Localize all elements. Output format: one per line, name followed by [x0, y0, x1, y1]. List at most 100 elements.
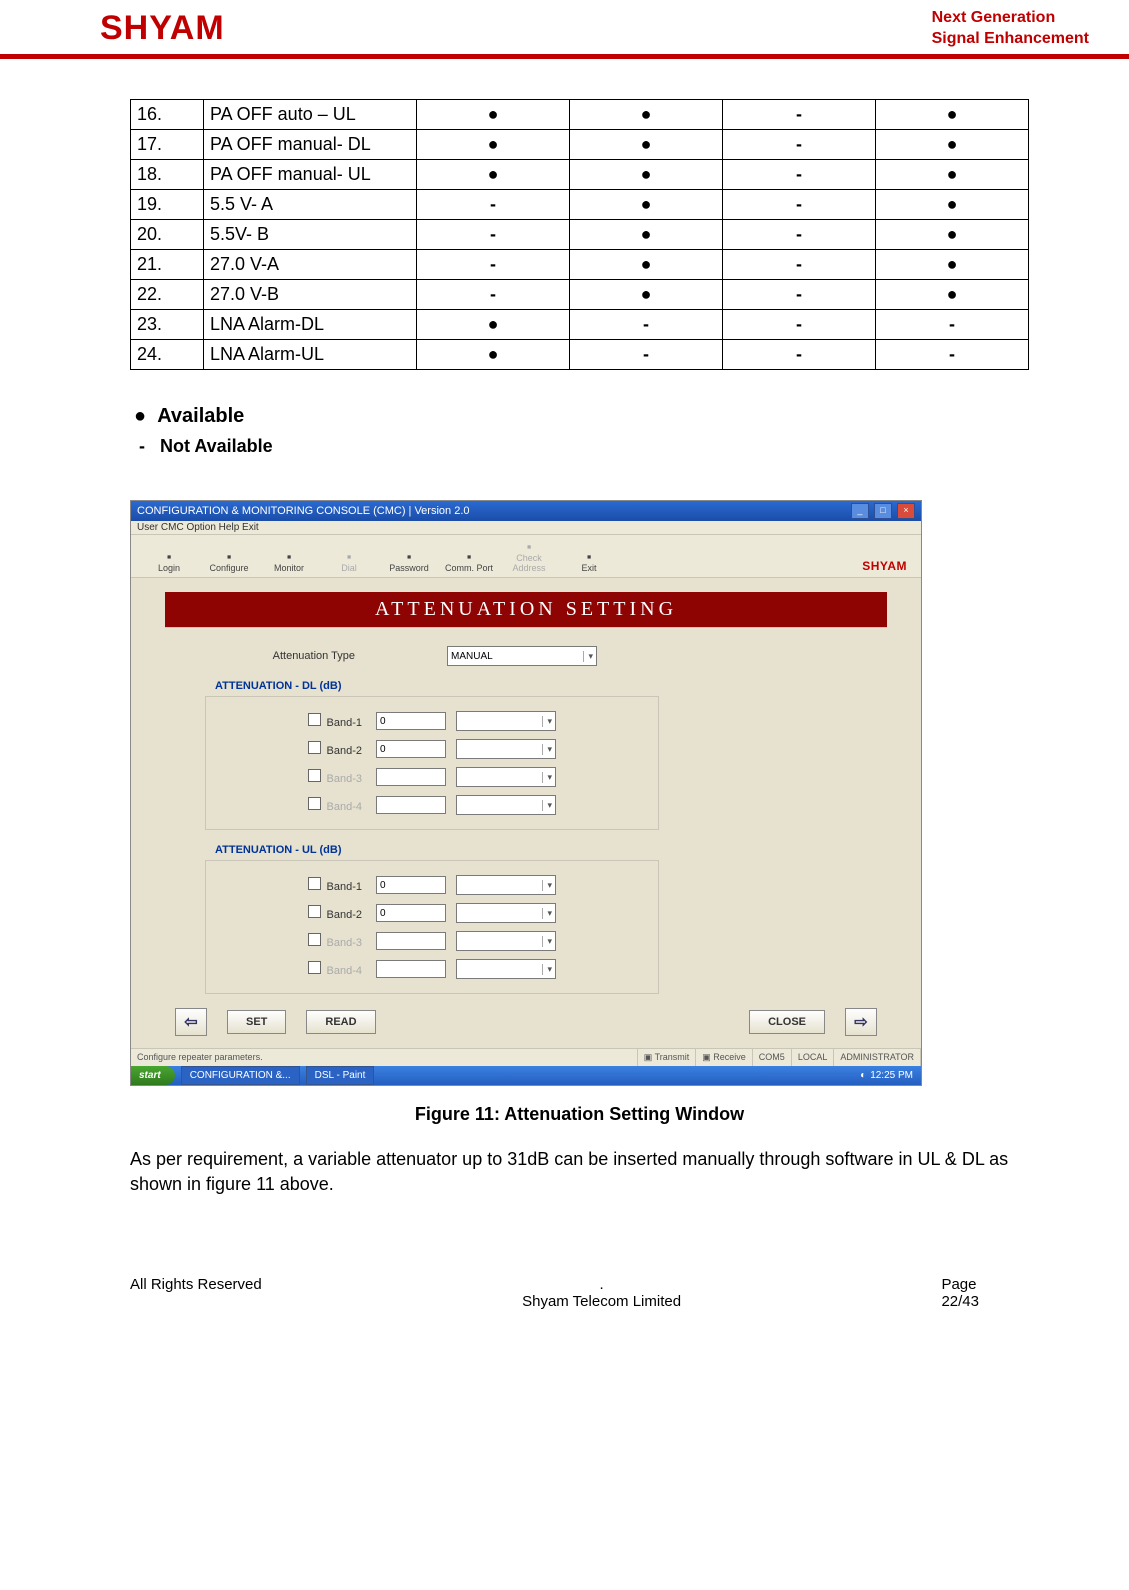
band-checkbox[interactable]	[308, 877, 321, 890]
start-button[interactable]: start	[131, 1066, 175, 1085]
minimize-button[interactable]: _	[851, 503, 869, 519]
legend-not-available: - Not Available	[134, 432, 1029, 461]
band-label: Band-3	[212, 933, 376, 949]
row-name: 27.0 V-B	[204, 279, 417, 309]
embedded-screenshot: CONFIGURATION & MONITORING CONSOLE (CMC)…	[130, 500, 922, 1086]
back-arrow-button[interactable]: ⇦	[175, 1008, 207, 1036]
row-num: 17.	[131, 129, 204, 159]
row-c2: ●	[570, 129, 723, 159]
chevron-down-icon: ▾	[583, 651, 593, 662]
maximize-button[interactable]: □	[874, 503, 892, 519]
band-label: Band-1	[212, 877, 376, 893]
band-dropdown[interactable]: ▾	[456, 875, 556, 895]
row-c2: ●	[570, 189, 723, 219]
band-dropdown[interactable]: ▾	[456, 739, 556, 759]
chevron-down-icon: ▾	[542, 880, 552, 891]
band-dropdown[interactable]: ▾	[456, 711, 556, 731]
status-rx: ▣ Receive	[696, 1049, 753, 1066]
band-value-input[interactable]	[376, 904, 446, 922]
row-num: 21.	[131, 249, 204, 279]
row-c2: -	[570, 339, 723, 369]
row-name: PA OFF manual- UL	[204, 159, 417, 189]
att-type-dropdown[interactable]: MANUAL ▾	[447, 646, 597, 666]
row-c4: ●	[876, 249, 1029, 279]
row-c3: -	[723, 129, 876, 159]
forward-arrow-button[interactable]: ⇨	[845, 1008, 877, 1036]
row-c4: -	[876, 309, 1029, 339]
band-value-input[interactable]	[376, 740, 446, 758]
tagline-line1: Next Generation	[932, 8, 1089, 29]
toolbar-password[interactable]: ▪Password	[379, 549, 439, 573]
toolbar-monitor[interactable]: ▪Monitor	[259, 549, 319, 573]
tagline-line2: Signal Enhancement	[932, 29, 1089, 50]
toolbar-login[interactable]: ▪Login	[139, 549, 199, 573]
status-mode: LOCAL	[792, 1049, 835, 1066]
toolbar-configure[interactable]: ▪Configure	[199, 549, 259, 573]
group-dl: Band-1▾Band-2▾Band-3▾Band-4▾	[205, 696, 659, 830]
row-name: LNA Alarm-UL	[204, 339, 417, 369]
band-checkbox[interactable]	[308, 741, 321, 754]
band-value-input[interactable]	[376, 712, 446, 730]
table-row: 17.PA OFF manual- DL●●-●	[131, 129, 1029, 159]
row-num: 23.	[131, 309, 204, 339]
band-dropdown[interactable]: ▾	[456, 903, 556, 923]
band-value-input	[376, 960, 446, 978]
band-row: Band-2▾	[212, 903, 652, 923]
taskbar-task-2[interactable]: DSL - Paint	[306, 1066, 375, 1085]
dialog-banner: ATTENUATION SETTING	[165, 592, 887, 628]
chevron-down-icon: ▾	[542, 744, 552, 755]
close-button[interactable]: ×	[897, 503, 915, 519]
footer-page-label: Page	[941, 1276, 976, 1293]
row-c2: ●	[570, 219, 723, 249]
taskbar: start CONFIGURATION &... DSL - Paint ◐ 1…	[131, 1066, 921, 1085]
table-row: 20.5.5V- B-●-●	[131, 219, 1029, 249]
row-c4: ●	[876, 189, 1029, 219]
taskbar-task-1[interactable]: CONFIGURATION &...	[181, 1066, 300, 1085]
row-c3: -	[723, 249, 876, 279]
row-num: 24.	[131, 339, 204, 369]
dialog-body: ATTENUATION SETTING Attenuation Type MAN…	[131, 578, 921, 1048]
footer-right: Page 22/43	[941, 1276, 979, 1310]
close-dialog-button[interactable]: CLOSE	[749, 1010, 825, 1034]
figure-caption: Figure 11: Attenuation Setting Window	[130, 1104, 1029, 1125]
band-label: Band-1	[212, 713, 376, 729]
row-c1: ●	[417, 339, 570, 369]
row-c3: -	[723, 99, 876, 129]
band-row: Band-1 ▾	[212, 711, 652, 731]
window-titlebar[interactable]: CONFIGURATION & MONITORING CONSOLE (CMC)…	[131, 501, 921, 521]
row-c2: ●	[570, 249, 723, 279]
band-checkbox[interactable]	[308, 905, 321, 918]
set-button[interactable]: SET	[227, 1010, 286, 1034]
band-value-input[interactable]	[376, 876, 446, 894]
att-type-label: Attenuation Type	[165, 650, 369, 662]
band-row: Band-2 ▾	[212, 739, 652, 759]
footer-page-num: 22/43	[941, 1293, 979, 1310]
band-checkbox	[308, 933, 321, 946]
row-c2: -	[570, 309, 723, 339]
menubar[interactable]: User CMC Option Help Exit	[131, 521, 921, 535]
toolbar-exit[interactable]: ▪Exit	[559, 549, 619, 573]
legend-not-available-label: Not Available	[160, 436, 273, 456]
chevron-down-icon: ▾	[542, 772, 552, 783]
band-checkbox	[308, 769, 321, 782]
read-button[interactable]: READ	[306, 1010, 375, 1034]
row-c1: -	[417, 279, 570, 309]
button-bar: ⇦ SET READ CLOSE ⇨	[165, 994, 887, 1042]
band-value-input	[376, 796, 446, 814]
legend-available-label: Available	[157, 405, 244, 427]
toolbar-comm-port[interactable]: ▪Comm. Port	[439, 549, 499, 573]
row-num: 18.	[131, 159, 204, 189]
band-checkbox[interactable]	[308, 713, 321, 726]
toolbar: ▪Login▪Configure▪Monitor▪Dial▪Password▪C…	[131, 535, 921, 578]
row-c4: -	[876, 339, 1029, 369]
row-num: 19.	[131, 189, 204, 219]
tray-icon[interactable]: ◐	[860, 1070, 866, 1081]
band-label: Band-2	[212, 741, 376, 757]
att-type-row: Attenuation Type MANUAL ▾	[165, 646, 887, 666]
row-name: PA OFF manual- DL	[204, 129, 417, 159]
toolbar-check-address: ▪Check Address	[499, 539, 559, 573]
chevron-down-icon: ▾	[542, 716, 552, 727]
system-tray[interactable]: ◐ 12:25 PM	[852, 1067, 921, 1084]
table-row: 23.LNA Alarm-DL●---	[131, 309, 1029, 339]
row-c3: -	[723, 219, 876, 249]
